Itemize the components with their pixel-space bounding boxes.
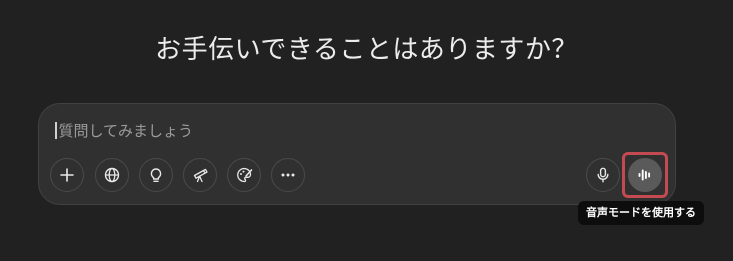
more-tools-button[interactable]: [271, 158, 305, 192]
add-attachment-button[interactable]: [50, 158, 84, 192]
globe-icon: [104, 167, 120, 183]
prompt-placeholder: 質問してみましょう: [58, 121, 194, 140]
more-dots-icon: [281, 173, 295, 177]
microphone-icon: [597, 167, 609, 183]
paint-palette-icon: [237, 167, 253, 183]
deep-research-button[interactable]: [183, 158, 217, 192]
voice-mode-highlight: [622, 152, 668, 198]
dictation-button[interactable]: [586, 158, 620, 192]
plus-icon: [60, 168, 74, 182]
page-heading: お手伝いできることはありますか？: [155, 35, 578, 65]
reasoning-button[interactable]: [139, 158, 173, 192]
web-search-button[interactable]: [95, 158, 129, 192]
message-composer: 質問してみましょう: [38, 103, 676, 205]
lightbulb-icon: [150, 168, 162, 182]
voice-mode-tooltip: 音声モードを使用する: [578, 201, 704, 225]
text-caret: [55, 121, 57, 139]
prompt-input[interactable]: 質問してみましょう: [55, 118, 193, 142]
create-image-button[interactable]: [227, 158, 261, 192]
telescope-icon: [193, 168, 208, 183]
